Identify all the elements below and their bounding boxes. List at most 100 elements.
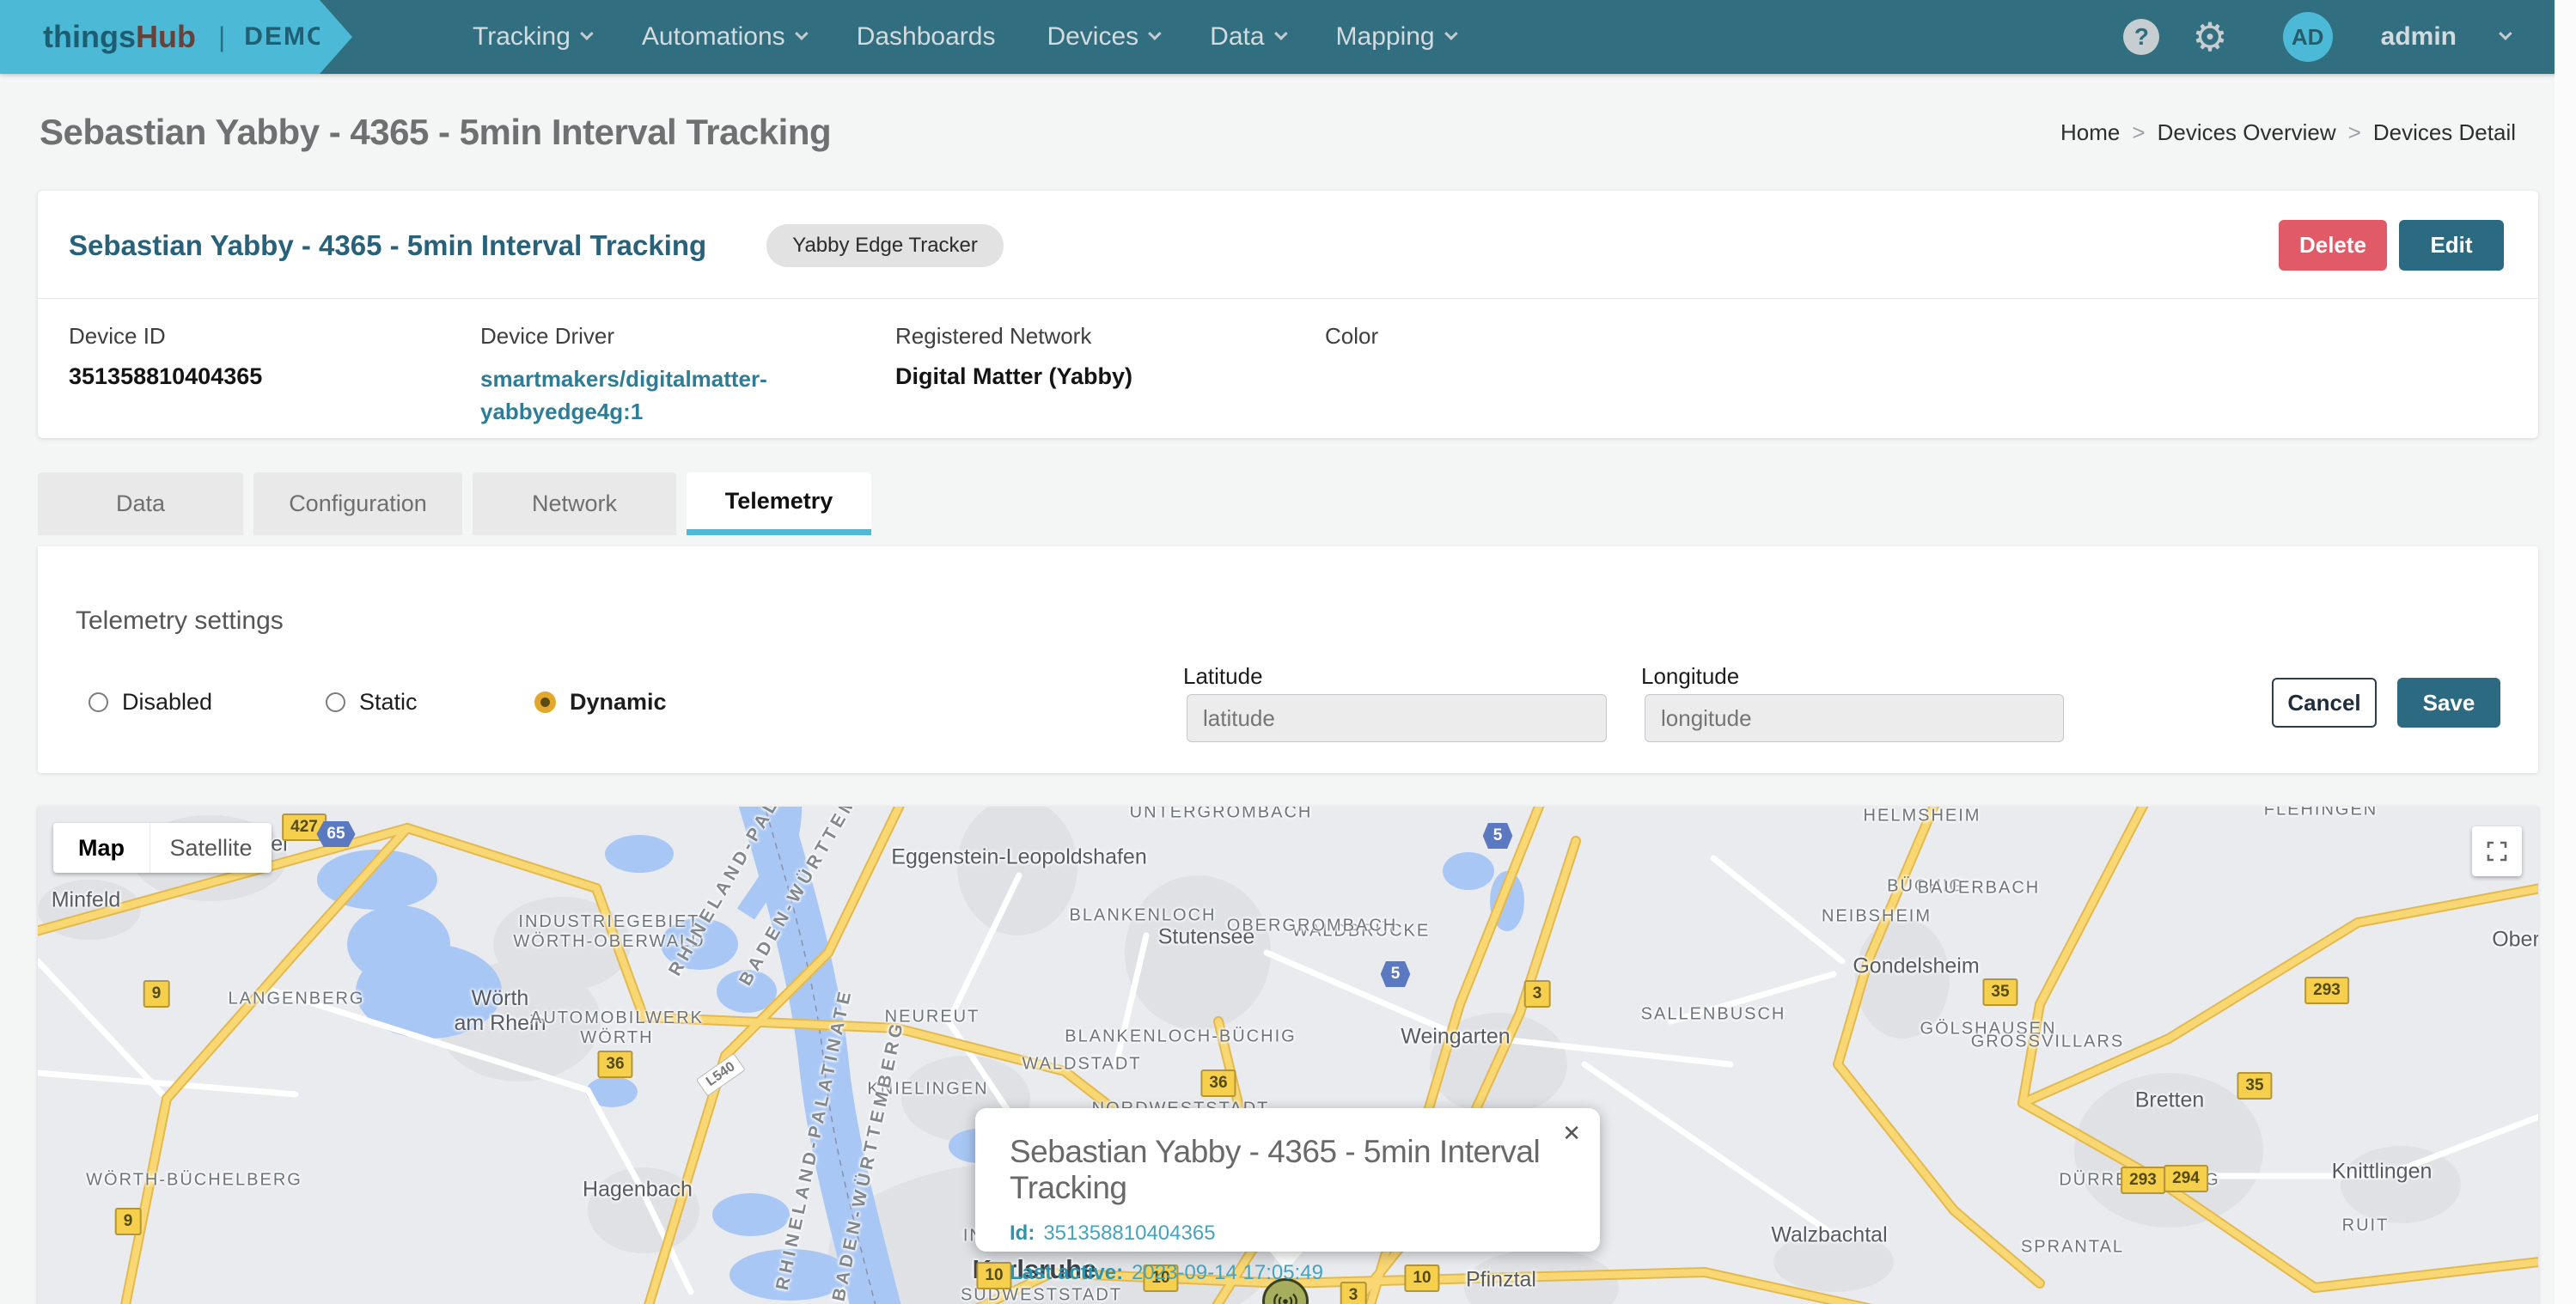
route-shield-36: 36 xyxy=(1200,1069,1236,1097)
popup-last-active-label: Last active: xyxy=(1010,1261,1123,1284)
device-field-device-driver: Device Driver smartmakers/digitalmatter-y… xyxy=(480,323,895,428)
route-shield-293: 293 xyxy=(2304,977,2349,1004)
nav-item-label: Dashboards xyxy=(857,22,996,52)
antenna-icon xyxy=(1272,1291,1299,1304)
fullscreen-icon xyxy=(2485,839,2509,863)
page-title: Sebastian Yabby - 4365 - 5min Interval T… xyxy=(40,112,831,153)
longitude-input[interactable] xyxy=(1645,694,2064,742)
page-header-row: Sebastian Yabby - 4365 - 5min Interval T… xyxy=(0,74,2576,191)
field-label: Registered Network xyxy=(895,323,1325,350)
save-button[interactable]: Save xyxy=(2397,678,2500,728)
map-type-map-button[interactable]: Map xyxy=(53,823,150,873)
nav-item-mapping[interactable]: Mapping xyxy=(1336,22,1455,52)
route-shield-35: 35 xyxy=(2237,1072,2272,1100)
field-value: Digital Matter (Yabby) xyxy=(895,363,1325,390)
nav-item-data[interactable]: Data xyxy=(1210,22,1284,52)
brand-arrow-shape xyxy=(320,0,352,74)
gear-icon[interactable]: ⚙ xyxy=(2192,17,2227,57)
tab-configuration[interactable]: Configuration xyxy=(253,472,462,535)
device-overview-card: Sebastian Yabby - 4365 - 5min Interval T… xyxy=(38,191,2538,438)
longitude-label: Longitude xyxy=(1641,663,1739,690)
route-shield-293: 293 xyxy=(2121,1167,2165,1194)
tab-data[interactable]: Data xyxy=(38,472,243,535)
tab-telemetry[interactable]: Telemetry xyxy=(687,472,871,535)
avatar[interactable]: AD xyxy=(2283,12,2333,62)
popup-last-active-row: Last active: 2023-09-14 17:05:49 xyxy=(1010,1261,1566,1285)
brand-logo[interactable]: thingsHub | DEMO xyxy=(0,0,320,74)
device-card-title: Sebastian Yabby - 4365 - 5min Interval T… xyxy=(69,229,706,262)
device-field-device-id: Device ID 351358810404365 xyxy=(69,323,480,428)
breadcrumb-separator: > xyxy=(2132,119,2145,146)
radio-option-disabled[interactable]: Disabled xyxy=(89,689,212,716)
chevron-down-icon xyxy=(1444,27,1458,40)
nav-item-dashboards[interactable]: Dashboards xyxy=(857,22,996,52)
device-location-map[interactable]: Map Satellite ✕ Sebastian Yabby - 4365 -… xyxy=(38,807,2538,1304)
environment-label: DEMO xyxy=(244,22,328,52)
radio-option-dynamic[interactable]: Dynamic xyxy=(534,689,667,716)
field-label: Device Driver xyxy=(480,323,895,350)
popup-id-label: Id: xyxy=(1010,1222,1035,1245)
map-type-control: Map Satellite xyxy=(53,823,272,873)
field-value: 351358810404365 xyxy=(69,363,480,390)
breadcrumb: Home>Devices Overview>Devices Detail xyxy=(2060,119,2516,146)
delete-button[interactable]: Delete xyxy=(2279,220,2387,271)
edit-button[interactable]: Edit xyxy=(2399,220,2504,271)
route-shield-10: 10 xyxy=(976,1262,1011,1289)
help-icon[interactable]: ? xyxy=(2123,19,2159,55)
page-scrollbar-track[interactable] xyxy=(2555,0,2576,1304)
nav-item-label: Devices xyxy=(1047,22,1138,52)
breadcrumb-item[interactable]: Home xyxy=(2060,119,2120,146)
cancel-button[interactable]: Cancel xyxy=(2272,678,2377,728)
tab-network[interactable]: Network xyxy=(473,472,676,535)
top-navigation-bar: thingsHub | DEMO Tracking Automations Dash… xyxy=(0,0,2576,74)
radio-circle xyxy=(534,692,556,713)
telemetry-settings-heading: Telemetry settings xyxy=(76,606,284,636)
route-shield-5: 5 xyxy=(1381,961,1411,987)
latitude-label: Latitude xyxy=(1183,663,1263,690)
brand-things-text: things xyxy=(43,19,136,55)
popup-last-active-value: 2023-09-14 17:05:49 xyxy=(1132,1261,1323,1284)
device-field-registered-network: Registered Network Digital Matter (Yabby) xyxy=(895,323,1325,428)
popup-close-icon[interactable]: ✕ xyxy=(1562,1120,1581,1147)
map-type-satellite-button[interactable]: Satellite xyxy=(150,823,272,873)
device-fields-row: Device ID 351358810404365Device Driver sma… xyxy=(38,299,2538,428)
nav-item-label: Data xyxy=(1210,22,1264,52)
popup-id-value: 351358810404365 xyxy=(1043,1222,1215,1245)
route-shield-9: 9 xyxy=(143,980,170,1008)
chevron-down-icon xyxy=(1274,27,1288,40)
chevron-down-icon xyxy=(795,27,809,40)
brand-hub-text: Hub xyxy=(136,19,196,55)
latitude-input[interactable] xyxy=(1187,694,1607,742)
popup-title: Sebastian Yabby - 4365 - 5min Interval T… xyxy=(1010,1134,1566,1206)
radio-label: Dynamic xyxy=(570,689,667,716)
nav-item-automations[interactable]: Automations xyxy=(642,22,805,52)
route-shield-36: 36 xyxy=(597,1051,632,1078)
radio-circle xyxy=(89,692,108,712)
route-shield-294: 294 xyxy=(2164,1165,2208,1192)
radio-label: Static xyxy=(359,689,418,716)
user-menu-chevron-down-icon[interactable] xyxy=(2499,27,2512,40)
nav-item-devices[interactable]: Devices xyxy=(1047,22,1158,52)
fullscreen-button[interactable] xyxy=(2472,826,2522,876)
breadcrumb-item[interactable]: Devices Overview xyxy=(2158,119,2336,146)
radio-circle xyxy=(326,692,345,712)
device-card-header: Sebastian Yabby - 4365 - 5min Interval T… xyxy=(38,191,2538,271)
nav-item-tracking[interactable]: Tracking xyxy=(473,22,590,52)
device-field-color: Color xyxy=(1325,323,1378,428)
route-shield-9: 9 xyxy=(115,1208,142,1235)
telemetry-panel: Telemetry settings Disabled Static Dynamic… xyxy=(38,546,2538,773)
route-shield-35: 35 xyxy=(1982,978,2017,1006)
username-label[interactable]: admin xyxy=(2381,22,2457,52)
breadcrumb-item[interactable]: Devices Detail xyxy=(2373,119,2516,146)
route-shield-3: 3 xyxy=(1524,980,1551,1008)
chevron-down-icon xyxy=(580,27,594,40)
device-type-badge: Yabby Edge Tracker xyxy=(766,224,1004,267)
marker-info-popup: ✕ Sebastian Yabby - 4365 - 5min Interval… xyxy=(975,1108,1600,1252)
field-label: Color xyxy=(1325,323,1378,350)
field-label: Device ID xyxy=(69,323,480,350)
radio-option-static[interactable]: Static xyxy=(326,689,418,716)
field-value[interactable]: smartmakers/digitalmatter-yabbyedge4g:1 xyxy=(480,363,824,428)
brand-divider: | xyxy=(218,21,225,53)
route-shield-65: 65 xyxy=(316,821,355,847)
radio-label: Disabled xyxy=(122,689,212,716)
